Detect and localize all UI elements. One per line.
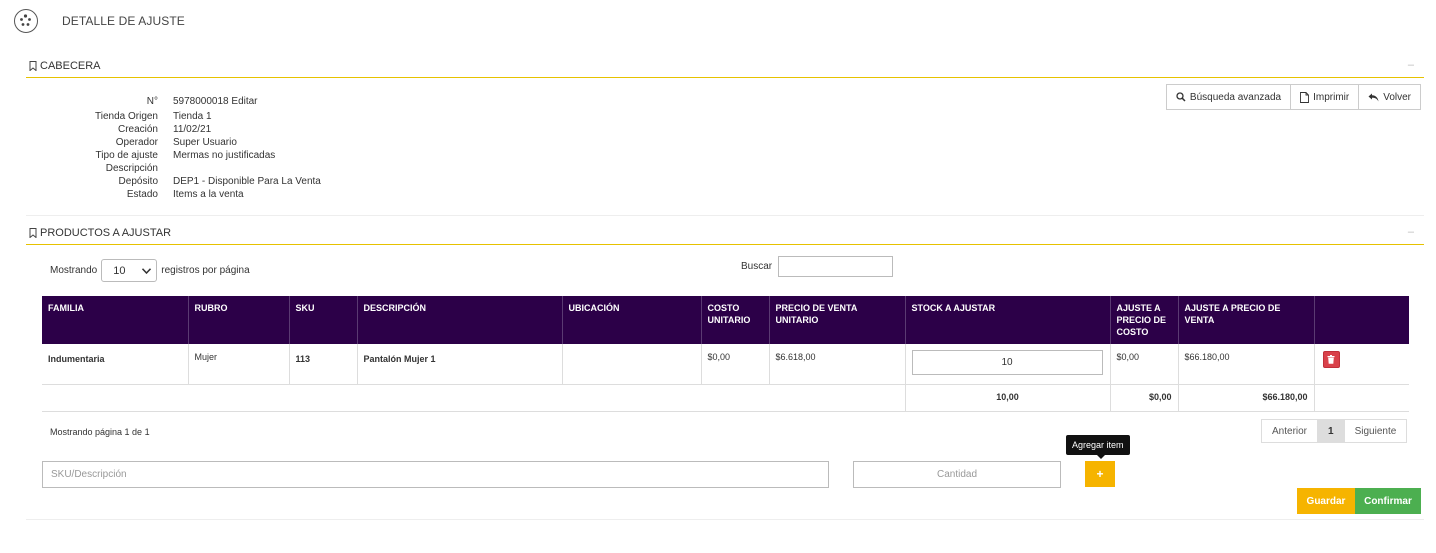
bookmark-icon [29,61,37,71]
collapse-icon[interactable]: – [1408,226,1414,238]
field-label: Tienda Origen [95,111,158,122]
cell-rubro: Mujer [187,344,289,384]
field-label: N° [146,96,158,107]
column-header[interactable]: STOCK A AJUSTAR [904,296,1110,344]
column-header[interactable]: PRECIO DE VENTA UNITARIO [768,296,905,344]
document-icon [1300,91,1310,103]
column-header[interactable]: RUBRO [187,296,289,344]
field-label: Estado [126,189,158,200]
cabecera-section-header[interactable]: CABECERA – [26,58,1424,78]
reply-icon [1368,93,1379,101]
cell-precio: $6.618,00 [768,344,905,384]
cell-ajuste-costo: $0,00 [1109,344,1178,384]
delete-row-button[interactable] [1322,351,1340,368]
page-1-button[interactable]: 1 [1318,419,1345,443]
cell-descripcion: Pantalón Mujer 1 [356,344,562,384]
page-length-control: Mostrando 10 registros por página [50,259,250,282]
search-input[interactable] [778,256,894,277]
totals-row: 10,00 $0,00 $66.180,00 [42,383,1409,412]
add-item-button[interactable]: + [1085,461,1115,487]
column-header [1313,296,1409,344]
total-venta: $66.180,00 [1177,383,1314,412]
column-header[interactable]: UBICACIÓN [561,296,701,344]
bookmark-icon [29,228,37,238]
column-header[interactable]: SKU [288,296,357,344]
section-title: PRODUCTOS A AJUSTAR [40,227,172,239]
pagination: Anterior 1 Siguiente [1261,419,1408,443]
save-button[interactable]: Guardar [1297,488,1355,514]
total-stock: 10,00 [904,383,1110,412]
print-button[interactable]: Imprimir [1291,84,1360,110]
back-button[interactable]: Volver [1359,84,1421,110]
tooltip-arrow [1096,454,1106,459]
chevron-down-icon [142,267,152,274]
next-page-button[interactable]: Siguiente [1344,419,1408,443]
productos-section-header[interactable]: PRODUCTOS A AJUSTAR – [26,225,1424,245]
page-length-select[interactable]: 10 [101,259,158,282]
column-header[interactable]: COSTO UNITARIO [700,296,769,344]
field-value: Tienda 1 [173,111,212,122]
field-label: Operador [115,137,158,148]
field-value: 5978000018 Editar [173,96,258,107]
table-search: Buscar [741,256,894,277]
collapse-icon[interactable]: – [1408,59,1414,71]
header-actions: Búsqueda avanzada Imprimir Volver [1165,84,1421,110]
confirm-button[interactable]: Confirmar [1355,488,1421,514]
cell-costo: $0,00 [700,344,769,384]
cell-stock: 10 [904,344,1110,384]
cell-ajuste-venta: $66.180,00 [1177,344,1314,384]
app-logo-icon [14,9,38,33]
field-value: 11/02/21 [173,124,212,135]
column-header[interactable]: AJUSTE A PRECIO DE COSTO [1109,296,1178,344]
divider [26,215,1424,216]
paging-info: Mostrando página 1 de 1 [50,427,150,437]
trash-icon [1327,355,1335,364]
field-value: Items a la venta [173,189,244,200]
total-costo: $0,00 [1109,383,1178,412]
field-value: Mermas no justificadas [173,150,276,161]
section-title: CABECERA [40,60,101,72]
field-label: Descripción [105,163,158,174]
cell-actions [1313,344,1409,384]
prev-page-button[interactable]: Anterior [1261,419,1319,443]
cell-ubicacion [561,344,701,384]
quantity-input[interactable]: Cantidad [853,461,1061,488]
table-row: Indumentaria Mujer 113 Pantalón Mujer 1 … [42,344,1409,384]
sku-search-input[interactable]: SKU/Descripción [42,461,829,488]
column-header[interactable]: AJUSTE A PRECIO DE VENTA [1177,296,1314,344]
field-label: Tipo de ajuste [95,150,158,161]
cell-sku: 113 [288,344,357,384]
field-value: Super Usuario [173,137,237,148]
field-label: Depósito [118,176,158,187]
column-header[interactable]: FAMILIA [42,296,188,344]
search-icon [1176,92,1186,102]
add-item-tooltip: Agregar item [1066,435,1130,455]
cell-familia: Indumentaria [48,354,105,364]
field-value: DEP1 - Disponible Para La Venta [173,176,321,187]
page-title: DETALLE DE AJUSTE [62,14,185,28]
field-label: Creación [117,124,158,135]
stock-adjust-input[interactable]: 10 [911,350,1103,375]
divider [42,411,1409,412]
divider [26,519,1424,520]
column-header[interactable]: DESCRIPCIÓN [356,296,562,344]
products-table: FAMILIA RUBRO SKU DESCRIPCIÓN UBICACIÓN … [42,296,1409,412]
advanced-search-button[interactable]: Búsqueda avanzada [1165,84,1292,110]
